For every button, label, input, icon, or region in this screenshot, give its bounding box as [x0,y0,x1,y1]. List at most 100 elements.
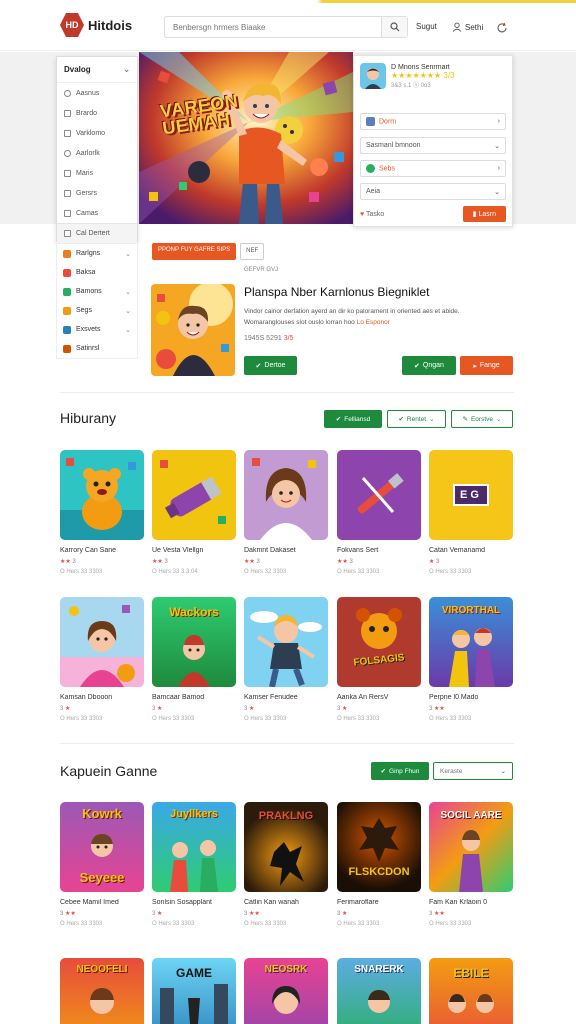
game-thumbnail[interactable]: NEOSRK [244,958,328,1024]
category-item[interactable]: Segs ⌄ [57,301,137,320]
notifications-button[interactable] [496,22,508,34]
game-thumbnail[interactable] [152,450,236,540]
panel-row-dorm[interactable]: Dorm › [360,113,506,130]
dropdown-option[interactable]: Varklomo [57,123,137,143]
game-thumbnail[interactable] [244,450,328,540]
dropdown-option[interactable]: Camas [57,203,137,223]
game-thumbnail[interactable]: Juyllkers [152,802,236,892]
avatar[interactable] [360,63,386,89]
game-title[interactable]: Dakmnt Dakaset [244,547,328,554]
game-card[interactable]: Juyllkers Sonlsin Sosapplant 3 ★ O Hers … [152,802,236,927]
game-thumbnail[interactable] [60,450,144,540]
game-title[interactable]: Perpne l0 Mado [429,694,513,701]
game-thumbnail[interactable]: PRAKLNG [244,802,328,892]
filter-button-featured[interactable]: ✔ Felliansd [324,410,382,428]
game-thumbnail[interactable]: Wackors [152,597,236,687]
game-card[interactable]: EG Catan Vemanamd ★ 3 O Hers 33 3303 [429,450,513,575]
learn-button[interactable]: ▮ Lasrn [462,206,506,222]
category-item[interactable]: Exsvets ⌄ [57,320,137,339]
game-card[interactable]: SOCIL AARE Fam Kan Krlaoin 0 3 ★★ O Hers… [429,802,513,927]
game-title[interactable]: Sonlsin Sosapplant [152,899,236,906]
panel-select-server[interactable]: Sasmanl bmnoon ⌄ [360,137,506,154]
search-button[interactable] [381,17,407,37]
game-thumbnail[interactable]: EG [429,450,513,540]
game-card[interactable]: Dakmnt Dakaset ★★ 3 O Hers 32 3303 [244,450,328,575]
category-item[interactable]: Satinrsl [57,339,137,358]
game-card[interactable]: Kowrk Seyeee Cebee Mamil Imed 3 ★★ O Her… [60,802,144,927]
panel-foot-label: ♥ Tasko [360,210,385,218]
game-title[interactable]: Cebee Mamil Imed [60,899,144,906]
game-thumbnail[interactable]: FOLSAGIS [337,597,421,687]
game-title[interactable]: Ferimaroflare [337,899,421,906]
sort-dropdown[interactable]: Keraste ⌄ [433,762,513,780]
game-title[interactable]: Fam Kan Krlaoin 0 [429,899,513,906]
featured-image[interactable] [151,284,235,376]
panel-user-name: D Mnons Senrmart [391,63,450,71]
game-thumbnail[interactable]: GAME [152,958,236,1024]
game-thumbnail[interactable]: Kowrk Seyeee [60,802,144,892]
tag-featured[interactable]: PPONP FUY GAFRE SIPS [152,243,237,260]
game-thumbnail[interactable] [244,597,328,687]
game-card[interactable]: Ue Vesta Vlellgn ★★ 3 O Hers 33 3.3.04 [152,450,236,575]
filter-button-fun[interactable]: ✔ Ginp Fhun [371,762,429,780]
panel-row-sebs[interactable]: Sebs › [360,160,506,177]
dropdown-option[interactable]: Brardo [57,103,137,123]
game-thumbnail[interactable]: SOCIL AARE [429,802,513,892]
game-title[interactable]: Fokvans Sert [337,547,421,554]
game-card[interactable]: Kamser Fenudee 3 ★ O Hers 33 3303 [244,597,328,722]
signup-link[interactable]: Sugut [416,22,437,31]
game-thumbnail[interactable]: FLSKCDON [337,802,421,892]
game-title[interactable]: Karrory Can Sane [60,547,144,554]
game-card[interactable]: FOLSAGIS Aanka An RersV 3 ★ O Hers 33 33… [337,597,421,722]
game-thumbnail[interactable] [337,450,421,540]
filter-button-recent[interactable]: ✔ Rentet ⌄ [387,410,446,428]
dropdown-option[interactable]: Maris [57,163,137,183]
section-divider [60,743,514,744]
game-card[interactable]: Karrory Can Sane ★★ 3 O Hers 33 3303 [60,450,144,575]
hero-banner[interactable]: VAREON UEMAH [139,52,353,224]
category-item[interactable]: Baksa [57,263,137,282]
game-title[interactable]: Kamsan Dbooon [60,694,144,701]
dropdown-header[interactable]: Dvalog ⌄ [57,57,137,83]
dropdown-option[interactable]: Aarlorlk [57,143,137,163]
dropdown-option[interactable]: Gersrs [57,183,137,203]
game-thumbnail[interactable]: SNARERK [337,958,421,1024]
login-link[interactable]: Sethi [452,22,483,32]
game-title[interactable]: Catan Vemanamd [429,547,513,554]
tag-new[interactable]: NEF [240,243,265,260]
game-rating: 3 ★★ [429,911,445,917]
game-thumbnail[interactable]: VIRORTHAL [429,597,513,687]
game-thumbnail[interactable] [60,597,144,687]
sort-button[interactable]: ✎ Eorstve ⌄ [451,410,513,428]
game-title[interactable]: Bamcaar Bamod [152,694,236,701]
game-title[interactable]: Catlin Kan wanah [244,899,328,906]
game-card[interactable]: SNARERK [337,958,421,1024]
game-card[interactable]: FLSKCDON Ferimaroflare 3 ★ O Hers 33 330… [337,802,421,927]
game-meta: O Hers 33 3303 [152,716,195,722]
wishlist-button[interactable]: ✔ Qngan [402,356,456,375]
category-item[interactable]: Rarlgns ⌄ [57,244,137,263]
game-card[interactable]: NEOSRK [244,958,328,1024]
game-thumbnail[interactable]: NEOOFELI [60,958,144,1024]
game-card[interactable]: VIRORTHAL Perpne l0 Mado 3 ★★ O Hers 33 … [429,597,513,722]
play-button[interactable]: ▸ Fange [460,356,513,375]
dropdown-option[interactable]: Cal Dertert [57,223,137,243]
game-title[interactable]: Ue Vesta Vlellgn [152,547,236,554]
game-card[interactable]: NEOOFELI [60,958,144,1024]
game-title[interactable]: Kamser Fenudee [244,694,328,701]
game-card[interactable]: EBILE [429,958,513,1024]
panel-select-area[interactable]: Aeia ⌄ [360,183,506,200]
game-thumbnail[interactable]: EBILE [429,958,513,1024]
game-card[interactable]: Fokvans Sert ★★ 3 O Hers 33 3303 [337,450,421,575]
game-card[interactable]: Wackors Bamcaar Bamod 3 ★ O Hers 33 3303 [152,597,236,722]
game-card[interactable]: GAME [152,958,236,1024]
dropdown-option[interactable]: Aasnus [57,83,137,103]
game-card[interactable]: PRAKLNG Catlin Kan wanah 3 ★★ O Hers 33 … [244,802,328,927]
category-item[interactable]: Bamons ⌄ [57,282,137,301]
search-input[interactable] [165,22,381,32]
game-card[interactable]: Kamsan Dbooon 3 ★ O Hers 33 3303 [60,597,144,722]
site-logo[interactable]: HD Hitdois [60,13,132,37]
game-title[interactable]: Aanka An RersV [337,694,421,701]
details-button[interactable]: ✔ Dertoe [244,356,297,375]
featured-title[interactable]: Planspa Nber Karnlonus Biegniklet [244,285,429,299]
